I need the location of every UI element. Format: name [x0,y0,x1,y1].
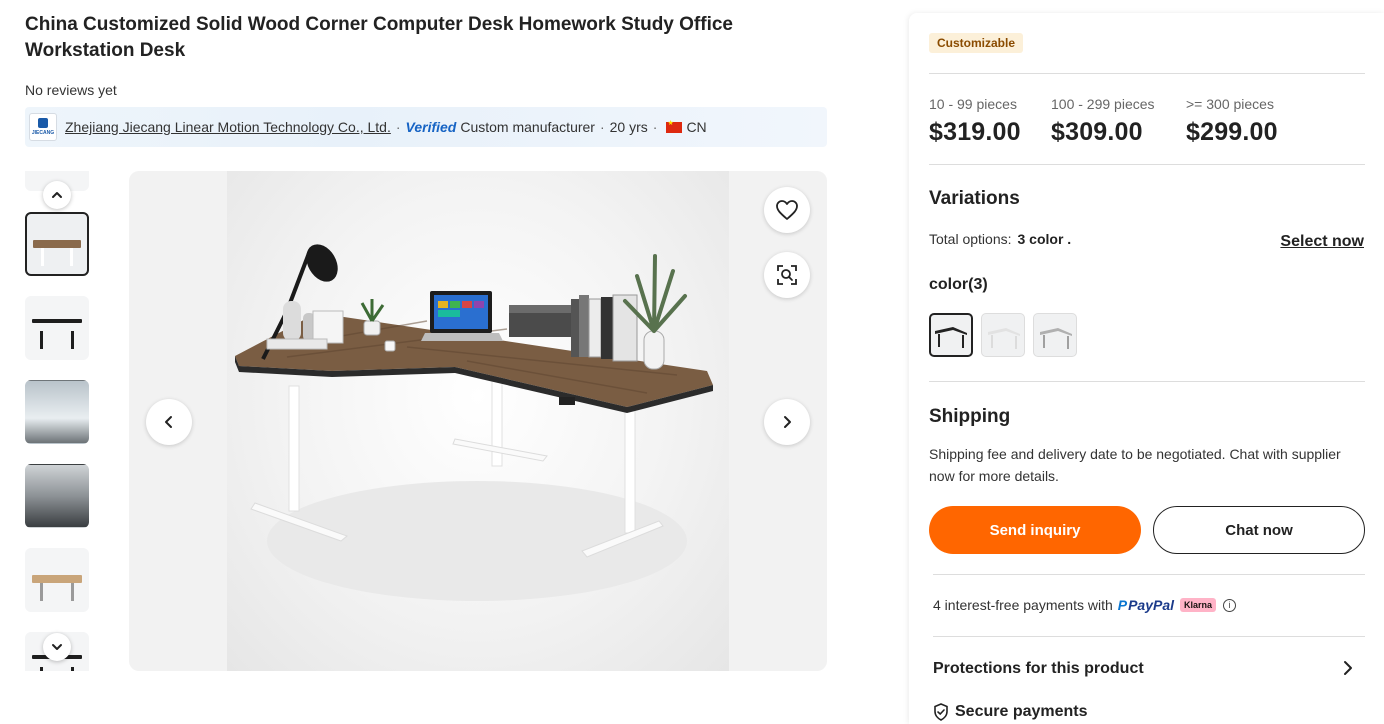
tier-price: $309.00 [1051,118,1143,146]
chat-now-button[interactable]: Chat now [1153,506,1365,554]
desk-illustration [235,244,713,601]
thumbnail[interactable] [25,464,89,528]
product-title: China Customized Solid Wood Corner Compu… [25,14,734,61]
paypal-icon: P [1117,597,1128,613]
tier-quantity: 10 - 99 pieces [929,96,1017,112]
china-flag-icon [666,119,683,133]
protections-heading[interactable]: Protections for this product [933,660,1144,678]
chevron-right-icon [784,416,791,428]
thumbnails-down-button[interactable] [43,633,71,661]
shield-check-icon [934,703,948,721]
chevron-right-icon [1344,661,1352,675]
protections-expand-button[interactable] [1340,659,1356,682]
price-tier: 10 - 99 pieces $319.00 [929,96,1021,147]
heart-icon [776,200,798,220]
chevron-down-icon [52,644,62,650]
total-options: Total options: 3 color . [929,231,1072,247]
favorite-button[interactable] [764,187,810,233]
color-swatch[interactable] [981,313,1025,357]
shipping-text: Shipping fee and delivery date to be neg… [929,446,1341,484]
thumbnail[interactable] [25,212,89,276]
divider [933,574,1365,575]
color-swatch[interactable] [1033,313,1077,357]
price-tier: 100 - 299 pieces $309.00 [1051,96,1155,147]
payment-options: 4 interest-free payments with P PayPal Kl… [933,597,1237,613]
tier-price: $319.00 [929,118,1021,146]
divider [929,381,1365,382]
supplier-name-link[interactable]: Zhejiang Jiecang Linear Motion Technolog… [65,119,391,135]
divider [929,164,1365,165]
info-icon[interactable]: i [1223,598,1237,612]
color-label: color(3) [929,276,988,293]
image-search-icon [777,265,797,285]
supplier-years: 20 yrs [609,119,648,135]
next-image-button[interactable] [764,399,810,445]
select-now-link[interactable]: Select now [1280,233,1364,251]
divider [929,73,1365,74]
verified-badge: Verified [405,119,457,135]
send-inquiry-button[interactable]: Send inquiry [929,506,1141,554]
thumbnail[interactable] [25,380,89,444]
supplier-country: CN [686,119,707,135]
chevron-left-icon [165,416,172,428]
klarna-logo: Klarna [1180,598,1217,612]
desk-photo [227,171,729,671]
variations-heading: Variations [929,188,1020,209]
image-search-button[interactable] [764,252,810,298]
thumbnail[interactable] [25,296,89,360]
tier-quantity: 100 - 299 pieces [1051,96,1155,112]
supplier-logo[interactable]: JIECANG [29,113,57,141]
total-options-value: 3 color . [1017,231,1072,247]
customizable-badge: Customizable [929,33,1024,53]
chevron-up-icon [52,192,62,198]
price-tier: >= 300 pieces $299.00 [1186,96,1278,147]
secure-payments: Secure payments [933,703,1088,721]
thumbnails-up-button[interactable] [43,181,71,209]
tier-price: $299.00 [1186,118,1278,146]
tier-quantity: >= 300 pieces [1186,96,1274,112]
thumbnail-strip [25,171,89,671]
supplier-type: Custom manufacturer [460,119,595,135]
previous-image-button[interactable] [146,399,192,445]
paypal-logo: P PayPal [1117,597,1175,613]
color-swatch[interactable] [929,313,973,357]
supplier-bar: JIECANG Zhejiang Jiecang Linear Motion T… [25,107,827,147]
reviews-summary: No reviews yet [25,82,117,98]
divider [933,636,1365,637]
main-product-image [129,171,827,671]
shipping-heading: Shipping [929,406,1011,427]
thumbnail[interactable] [25,548,89,612]
purchase-panel: Customizable 10 - 99 pieces $319.00 100 … [909,13,1384,724]
